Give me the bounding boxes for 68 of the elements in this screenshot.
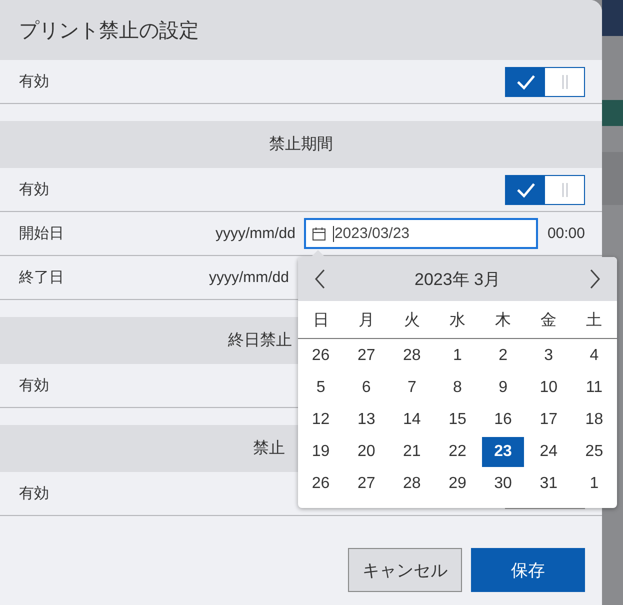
calendar-day[interactable]: 8 [436,373,478,403]
date-format-hint: yyyy/mm/dd [215,225,296,242]
calendar-icon [312,226,326,240]
month-title: 2023年 3月 [414,268,500,290]
calendar-day[interactable]: 5 [300,373,342,403]
calendar-day[interactable]: 6 [345,373,388,403]
time-text: 00:00 [547,225,585,242]
chevron-left-icon [314,269,326,289]
calendar-day[interactable]: 28 [390,469,433,499]
field-label: 有効 [19,180,49,199]
check-icon [516,182,536,198]
check-icon [516,74,536,90]
date-input-field[interactable]: 2023/03/23 [304,218,538,249]
weekday-label: 月 [357,310,376,330]
weekday-label: 水 [448,310,466,330]
calendar-day[interactable]: 1 [436,341,478,371]
calendar-day[interactable]: 16 [482,405,524,435]
calendar-day[interactable]: 27 [345,341,388,371]
field-label: 終了日 [19,268,64,287]
calendar-day[interactable]: 7 [390,373,433,403]
section-title: 禁止期間 [269,134,333,155]
calendar-day[interactable]: 3 [528,341,570,371]
calendar-day[interactable]: 10 [528,373,570,403]
calendar-day[interactable]: 12 [300,405,342,435]
calendar-day[interactable]: 28 [390,341,433,371]
weekday-label: 木 [494,310,512,330]
dialog-title: プリント禁止の設定 [19,18,199,44]
calendar-day[interactable]: 27 [345,469,388,499]
calendar-day[interactable]: 1 [573,469,616,499]
calendar-day[interactable]: 20 [345,437,388,467]
field-label: 開始日 [19,224,64,243]
calendar-day[interactable]: 30 [482,469,524,499]
calendar-day[interactable]: 24 [528,437,570,467]
calendar-day[interactable]: 19 [300,437,342,467]
calendar-day[interactable]: 2 [482,341,524,371]
calendar-day[interactable]: 31 [528,469,570,499]
section-title: 禁止 [253,438,285,459]
chevron-right-icon [589,269,601,289]
calendar-day[interactable]: 26 [300,469,342,499]
calendar-day[interactable]: 13 [345,405,388,435]
toggle-switch[interactable] [505,174,585,204]
cancel-button[interactable]: キャンセル [348,548,462,592]
field-label: 有効 [19,72,49,91]
calendar-day[interactable]: 14 [390,405,433,435]
calendar-day[interactable]: 21 [390,437,433,467]
field-label: 有効 [19,484,49,503]
toggle-switch[interactable] [505,66,585,96]
calendar-day[interactable]: 22 [436,437,478,467]
section-title: 終日禁止 [228,330,292,351]
calendar-day[interactable]: 11 [573,373,616,403]
calendar-day[interactable]: 17 [528,405,570,435]
save-button[interactable]: 保存 [471,548,585,592]
weekday-label: 土 [585,310,604,330]
calendar-day[interactable]: 4 [573,341,616,371]
calendar-day[interactable]: 23 [482,437,524,467]
grip-icon [562,74,568,90]
weekday-label: 日 [312,310,330,330]
calendar-day[interactable]: 18 [573,405,616,435]
date-format-hint: yyyy/mm/dd [208,269,289,286]
calendar-day[interactable]: 15 [436,405,478,435]
calendar-day[interactable]: 9 [482,373,524,403]
calendar-day[interactable]: 29 [436,469,478,499]
field-label: 有効 [19,376,49,395]
weekday-label: 金 [540,310,558,330]
calendar-day[interactable]: 25 [573,437,616,467]
calendar-day[interactable]: 26 [300,341,342,371]
weekday-label: 火 [402,310,421,330]
grip-icon [562,182,568,198]
